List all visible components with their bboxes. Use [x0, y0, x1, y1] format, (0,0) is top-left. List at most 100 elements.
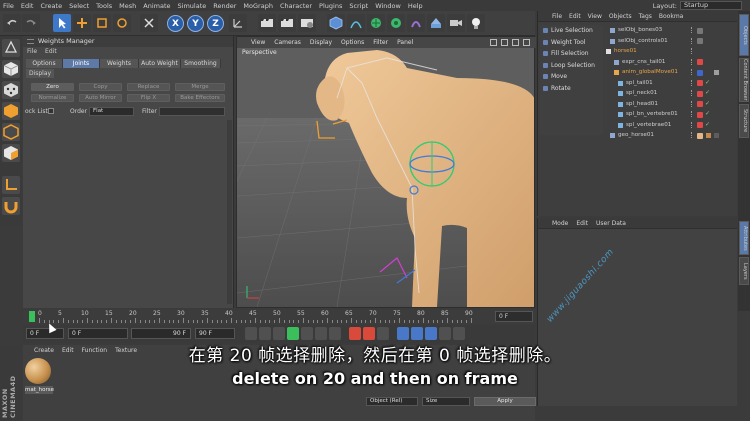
next-frame-icon[interactable]: [301, 327, 313, 340]
tab-attributes[interactable]: Attributes: [739, 221, 749, 255]
size-dropdown[interactable]: Size: [422, 397, 470, 406]
timeline-playhead[interactable]: [29, 311, 35, 322]
viewport[interactable]: View Cameras Display Options Filter Pane…: [236, 36, 536, 308]
menu-mesh[interactable]: Mesh: [119, 2, 136, 10]
axis-x-icon[interactable]: X: [167, 15, 184, 32]
skin-tag-icon[interactable]: [706, 133, 711, 138]
axis-y-icon[interactable]: Y: [187, 15, 204, 32]
object-row[interactable]: spl_vertebrae01 ✓: [606, 120, 736, 131]
render-settings-icon[interactable]: [298, 14, 316, 32]
render-picture-viewer-icon[interactable]: [278, 14, 296, 32]
play-icon[interactable]: [287, 327, 299, 340]
order-dropdown[interactable]: Flat: [89, 107, 134, 116]
visibility-dots[interactable]: [691, 90, 694, 96]
autokey-icon[interactable]: [363, 327, 375, 340]
visibility-dots[interactable]: [691, 37, 694, 44]
make-editable-icon[interactable]: [2, 39, 20, 57]
enabled-check-icon[interactable]: ✓: [705, 120, 710, 131]
am-menu-user-data[interactable]: User Data: [596, 218, 626, 228]
vp-menu-view[interactable]: View: [251, 37, 265, 48]
ctx-fill-selection[interactable]: Fill Selection: [540, 48, 603, 60]
rotate-view-icon[interactable]: [512, 39, 519, 46]
menu-window[interactable]: Window: [375, 2, 401, 10]
zero-button[interactable]: Zero: [31, 83, 74, 91]
axis-mode-icon[interactable]: [2, 176, 20, 194]
visibility-dots[interactable]: [691, 121, 694, 128]
move-icon[interactable]: [73, 14, 91, 32]
visibility-dots[interactable]: [691, 79, 694, 86]
enabled-check-icon[interactable]: ✓: [705, 109, 710, 120]
menu-mograph[interactable]: MoGraph: [243, 2, 273, 10]
polygons-mode-icon[interactable]: [2, 144, 20, 162]
joint-list-area[interactable]: [26, 120, 225, 304]
start-frame-field[interactable]: 0 F: [26, 328, 64, 339]
apply-button[interactable]: Apply: [474, 397, 536, 406]
record-scale-icon[interactable]: [411, 327, 423, 340]
replace-button[interactable]: Replace: [127, 83, 170, 91]
snap-magnet-icon[interactable]: [2, 197, 20, 215]
ctx-rotate[interactable]: Rotate: [540, 83, 603, 95]
material-tag-icon[interactable]: [697, 132, 703, 139]
visibility-dots[interactable]: [691, 27, 694, 33]
object-row[interactable]: spl_tail01 ✓: [606, 78, 736, 89]
record-rotation-icon[interactable]: [425, 327, 437, 340]
end-frame-field[interactable]: 90 F: [195, 328, 235, 339]
ctx-move[interactable]: Move: [540, 71, 603, 83]
menu-render[interactable]: Render: [213, 2, 236, 10]
object-row[interactable]: horse01: [606, 46, 736, 57]
cube-icon[interactable]: [327, 14, 345, 32]
scale-icon[interactable]: [93, 14, 111, 32]
undo-icon[interactable]: [3, 14, 21, 32]
tab-display[interactable]: Display: [26, 69, 54, 78]
vp-menu-filter[interactable]: Filter: [373, 37, 388, 48]
om-menu-edit[interactable]: Edit: [569, 11, 581, 21]
light-icon[interactable]: [467, 14, 485, 32]
tab-objects[interactable]: Objects: [739, 14, 749, 56]
tab-smoothing[interactable]: Smoothing: [181, 59, 221, 68]
menu-animate[interactable]: Animate: [143, 2, 170, 10]
next-key-icon[interactable]: [315, 327, 327, 340]
array-icon[interactable]: [387, 14, 405, 32]
maximize-icon[interactable]: [523, 39, 530, 46]
visibility-dots[interactable]: [691, 58, 694, 65]
enabled-check-icon[interactable]: ✓: [705, 78, 710, 89]
wm-menu-edit[interactable]: Edit: [45, 47, 57, 57]
om-menu-file[interactable]: File: [552, 11, 562, 21]
previous-frame-icon[interactable]: [273, 327, 285, 340]
current-frame-field[interactable]: 0 F: [495, 311, 533, 322]
menu-tools[interactable]: Tools: [96, 2, 112, 10]
points-mode-icon[interactable]: [2, 102, 20, 120]
lock-list-checkbox[interactable]: [48, 108, 54, 114]
tab-options[interactable]: Options: [26, 59, 63, 68]
go-to-start-icon[interactable]: [245, 327, 257, 340]
object-rel-dropdown[interactable]: Object (Rel): [366, 397, 418, 406]
visibility-dots[interactable]: [691, 132, 694, 138]
camera-icon[interactable]: [447, 14, 465, 32]
preview-max-field[interactable]: 90 F: [131, 328, 191, 339]
zoom-icon[interactable]: [501, 39, 508, 46]
render-view-icon[interactable]: [258, 14, 276, 32]
menu-file[interactable]: File: [3, 2, 14, 10]
tab-auto-weight[interactable]: Auto Weight: [139, 59, 181, 68]
visibility-dots[interactable]: [691, 100, 694, 107]
pan-icon[interactable]: [490, 39, 497, 46]
previous-key-icon[interactable]: [259, 327, 271, 340]
deformer-icon[interactable]: [407, 14, 425, 32]
timeline-ruler[interactable]: 0 5 10 15 20 25 30 35 40 45 50 55 60 65 …: [23, 310, 535, 324]
visibility-dots[interactable]: [691, 111, 694, 117]
copy-button[interactable]: Copy: [79, 83, 122, 91]
wm-menu-file[interactable]: File: [27, 47, 37, 57]
visibility-dots[interactable]: [691, 69, 694, 75]
redo-icon[interactable]: [22, 14, 40, 32]
enabled-check-icon[interactable]: ✓: [705, 99, 710, 110]
am-menu-edit[interactable]: Edit: [576, 218, 588, 228]
menu-script[interactable]: Script: [349, 2, 368, 10]
recent-tool-icon[interactable]: [140, 14, 158, 32]
coordinate-system-icon[interactable]: [229, 14, 247, 32]
scene-icon[interactable]: [427, 14, 445, 32]
grip-icon[interactable]: [27, 39, 34, 44]
merge-button[interactable]: Merge: [175, 83, 225, 91]
record-position-icon[interactable]: [397, 327, 409, 340]
object-row[interactable]: spl_neck01 ✓: [606, 88, 736, 99]
tab-weights[interactable]: Weights: [100, 59, 139, 68]
